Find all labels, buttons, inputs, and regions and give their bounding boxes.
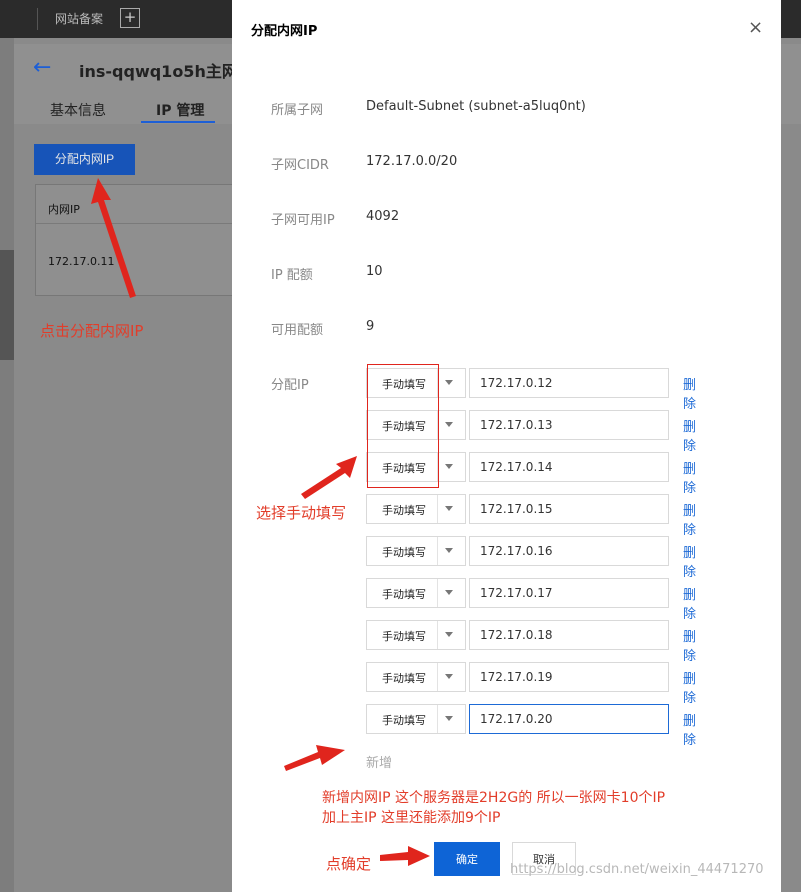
- arrow-to-add-link: [284, 745, 345, 771]
- arrow-to-allocate-button: [91, 178, 136, 298]
- arrow-to-confirm-button: [380, 846, 430, 866]
- watermark: https://blog.csdn.net/weixin_44471270: [510, 862, 764, 877]
- annotation-arrows: [91, 178, 430, 866]
- arrow-to-manual-select: [301, 456, 357, 499]
